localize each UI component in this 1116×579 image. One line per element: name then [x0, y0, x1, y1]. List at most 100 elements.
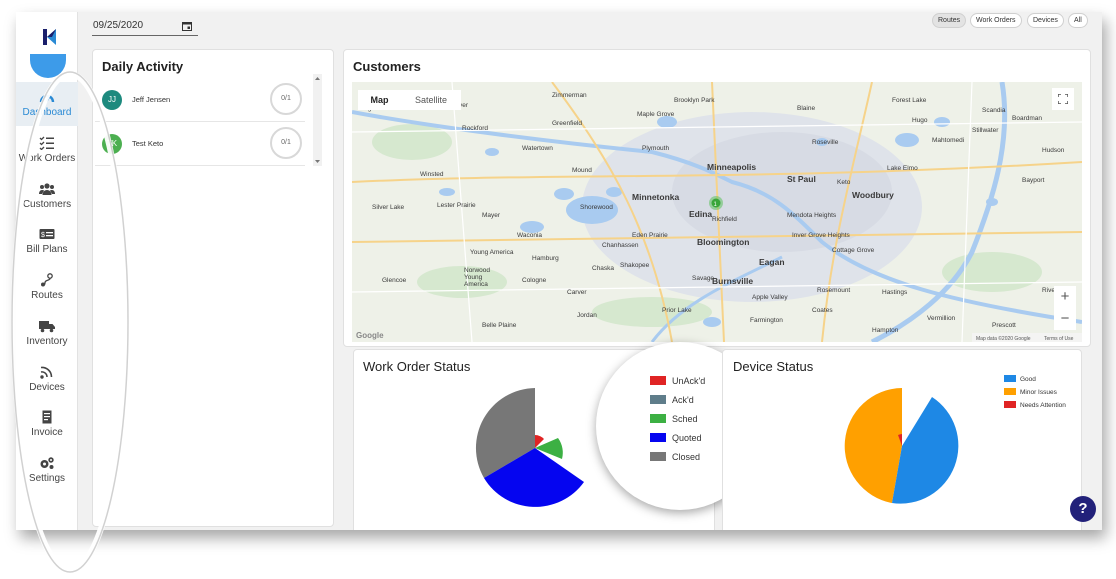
- activity-user-name: Jeff Jensen: [132, 95, 171, 104]
- sidebar-item-inventory[interactable]: Inventory: [16, 311, 78, 355]
- legend-label: Needs Attention: [1020, 402, 1066, 409]
- toggle-all[interactable]: All: [1068, 13, 1088, 28]
- sidebar-item-customers[interactable]: Customers: [16, 174, 78, 218]
- device-status-title: Device Status: [733, 359, 814, 374]
- toggle-routes[interactable]: Routes: [932, 13, 967, 28]
- daily-activity-title: Daily Activity: [102, 59, 184, 74]
- sidebar-item-invoice[interactable]: Invoice: [16, 402, 78, 446]
- svg-text:Bloomington: Bloomington: [697, 237, 749, 247]
- sidebar-item-bill-plans[interactable]: $ Bill Plans: [16, 219, 78, 263]
- map-attribution: Map data ©2020 Google: [976, 335, 1031, 342]
- scroll-arrows-icon: [315, 77, 320, 163]
- fullscreen-button[interactable]: [1052, 88, 1074, 110]
- svg-text:Waconia: Waconia: [517, 232, 542, 239]
- activity-user-name: Test Keto: [132, 139, 164, 148]
- sidebar-item-routes[interactable]: Routes: [16, 265, 78, 309]
- sidebar-item-devices[interactable]: Devices: [16, 357, 78, 401]
- svg-text:Hudson: Hudson: [1042, 147, 1065, 154]
- legend-label: Ack'd: [672, 395, 694, 405]
- legend-good: Good: [1004, 375, 1036, 383]
- sidebar-item-settings[interactable]: Settings: [16, 448, 78, 492]
- customers-title: Customers: [353, 59, 421, 74]
- device-pie-chart: [844, 388, 959, 504]
- sidebar-item-label: Customers: [22, 199, 72, 210]
- svg-text:Scandia: Scandia: [982, 107, 1006, 114]
- gauge-icon: [39, 94, 55, 103]
- map-tab-map[interactable]: Map: [358, 90, 401, 110]
- svg-text:Eden Prairie: Eden Prairie: [632, 232, 668, 239]
- activity-row[interactable]: TK Test Keto 0/1: [95, 122, 305, 166]
- svg-text:Lake Elmo: Lake Elmo: [887, 165, 918, 172]
- toggle-work-orders[interactable]: Work Orders: [970, 13, 1022, 28]
- legend-swatch: [650, 452, 666, 461]
- svg-text:Rosemount: Rosemount: [817, 287, 850, 294]
- gears-icon: [40, 457, 54, 469]
- route-icon: [41, 273, 53, 287]
- sidebar-item-label: Invoice: [31, 427, 63, 438]
- zoom-in-button[interactable]: +: [1054, 286, 1076, 308]
- app-logo[interactable]: [30, 20, 70, 54]
- activity-row[interactable]: JJ Jeff Jensen 0/1: [95, 78, 305, 122]
- legend-swatch: [650, 395, 666, 404]
- work-order-status-title: Work Order Status: [363, 359, 471, 374]
- sidebar: Dashboard Work Orders Customers $ Bill P…: [16, 12, 78, 530]
- help-button[interactable]: ?: [1070, 496, 1096, 522]
- svg-text:Eagan: Eagan: [759, 257, 785, 267]
- svg-text:Hugo: Hugo: [912, 117, 928, 124]
- svg-text:Chaska: Chaska: [592, 265, 614, 272]
- svg-text:Woodbury: Woodbury: [852, 190, 894, 200]
- customer-map[interactable]: Big Lake Elk River Zimmerman Greenfield …: [352, 82, 1082, 342]
- user-avatar[interactable]: [30, 54, 66, 78]
- sidebar-item-label: Devices: [29, 382, 65, 393]
- legend-swatch: [650, 376, 666, 385]
- svg-text:Hamburg: Hamburg: [532, 255, 559, 262]
- sidebar-item-label: Settings: [28, 473, 66, 484]
- toggle-devices[interactable]: Devices: [1027, 13, 1064, 28]
- svg-text:Cottage Grove: Cottage Grove: [832, 247, 875, 254]
- svg-text:Mendota Heights: Mendota Heights: [787, 212, 837, 219]
- svg-text:Prior Lake: Prior Lake: [662, 307, 692, 314]
- svg-text:Shorewood: Shorewood: [580, 204, 613, 211]
- svg-text:Inver Grove Heights: Inver Grove Heights: [792, 232, 851, 239]
- svg-text:Glencoe: Glencoe: [382, 277, 407, 284]
- calendar-icon[interactable]: [182, 21, 192, 31]
- legend-needs-attention: Needs Attention: [1004, 401, 1066, 409]
- svg-text:Maple Grove: Maple Grove: [637, 111, 675, 118]
- logo-icon: [43, 29, 56, 45]
- svg-text:Winsted: Winsted: [420, 171, 444, 178]
- svg-text:Brooklyn Park: Brooklyn Park: [674, 97, 715, 104]
- svg-text:Mahtomedi: Mahtomedi: [932, 137, 964, 144]
- svg-text:Jordan: Jordan: [577, 312, 597, 319]
- google-logo: Google: [356, 331, 384, 340]
- svg-text:Cologne: Cologne: [522, 277, 547, 284]
- svg-text:Norwood: Norwood: [464, 267, 490, 274]
- map-terms-link[interactable]: Terms of Use: [1044, 336, 1074, 342]
- svg-text:Minnetonka: Minnetonka: [632, 192, 679, 202]
- svg-text:Vermillion: Vermillion: [927, 315, 956, 322]
- svg-text:Minneapolis: Minneapolis: [707, 162, 756, 172]
- map-tab-satellite[interactable]: Satellite: [401, 90, 461, 110]
- sidebar-item-work-orders[interactable]: Work Orders: [16, 128, 78, 172]
- pie-slice-minor-issues[interactable]: [844, 388, 902, 503]
- sidebar-item-dashboard[interactable]: Dashboard: [16, 82, 78, 126]
- svg-text:Roseville: Roseville: [812, 139, 839, 146]
- legend-swatch: [650, 414, 666, 423]
- date-input[interactable]: 09/25/2020: [92, 18, 198, 36]
- legend-label: Good: [1020, 376, 1036, 383]
- svg-text:Edina: Edina: [689, 209, 712, 219]
- daily-activity-card: Daily Activity JJ Jeff Jensen 0/1 TK Tes…: [92, 49, 334, 527]
- svg-text:Blaine: Blaine: [797, 105, 815, 112]
- svg-text:Mound: Mound: [572, 167, 592, 174]
- activity-scrollbar[interactable]: [313, 74, 322, 166]
- svg-text:Burnsville: Burnsville: [712, 276, 753, 286]
- legend-label: Closed: [672, 452, 701, 462]
- user-initials-avatar: JJ: [102, 90, 122, 110]
- svg-text:Farmington: Farmington: [750, 317, 783, 324]
- svg-text:Forest Lake: Forest Lake: [892, 97, 927, 104]
- sidebar-item-label: Dashboard: [22, 107, 72, 118]
- zoom-out-button[interactable]: −: [1054, 308, 1076, 330]
- sidebar-item-label: Inventory: [26, 336, 68, 347]
- svg-text:Plymouth: Plymouth: [642, 145, 669, 152]
- sidebar-item-label: Work Orders: [18, 153, 76, 164]
- legend-label: Sched: [672, 414, 698, 424]
